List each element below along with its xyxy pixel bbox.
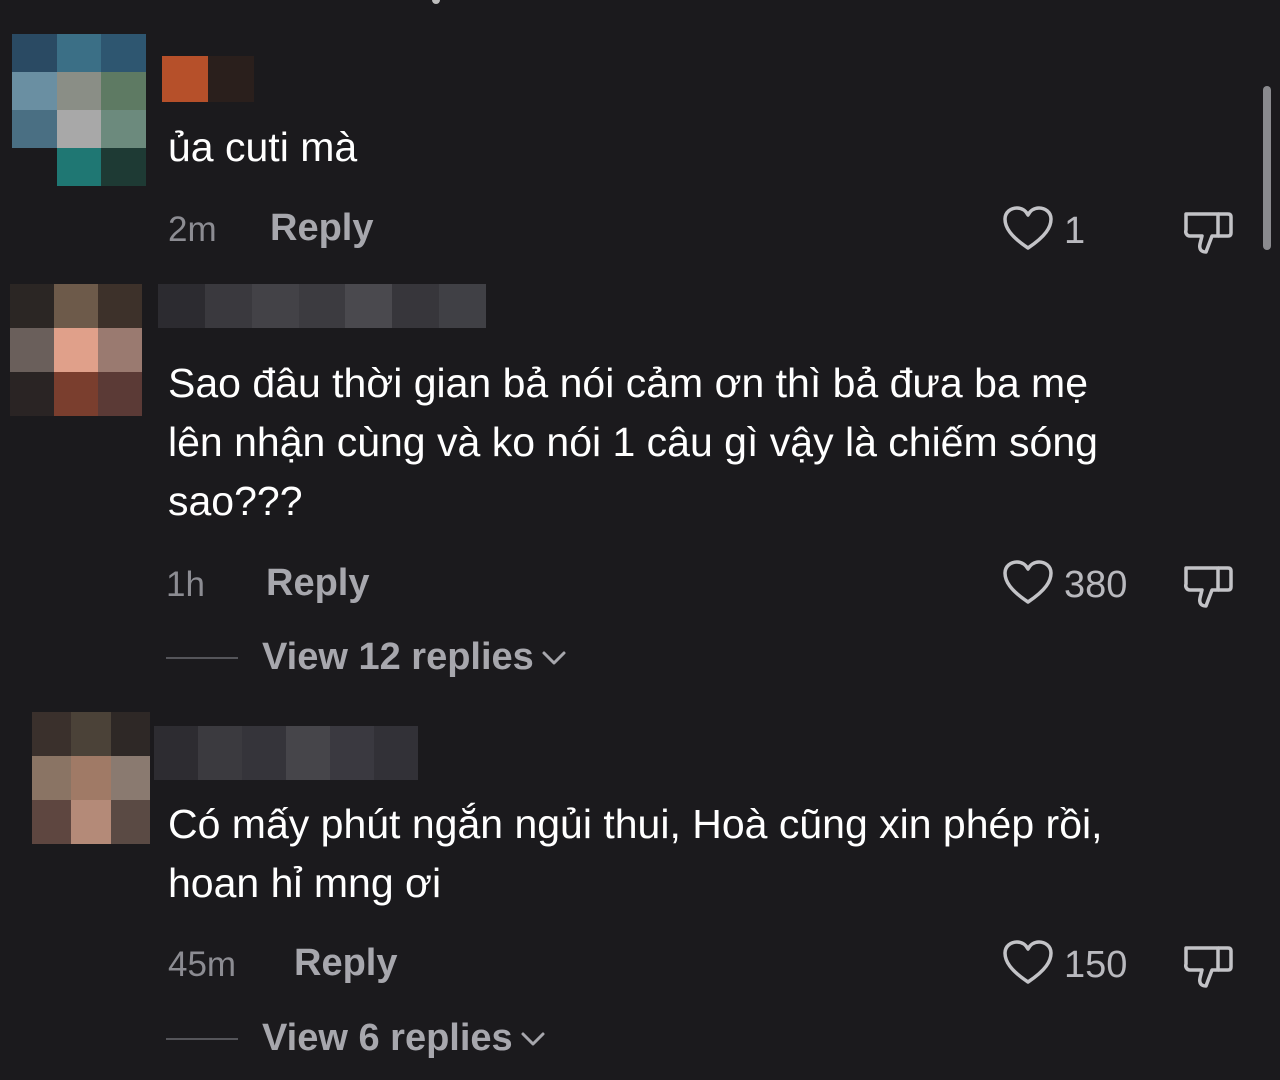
dislike-button[interactable] bbox=[1182, 938, 1234, 990]
view-replies-label: View 6 replies bbox=[262, 1017, 513, 1059]
chevron-down-icon bbox=[521, 1032, 545, 1045]
cropped-text-fragment bbox=[432, 0, 440, 4]
view-replies-button[interactable]: View 12 replies bbox=[166, 636, 568, 679]
divider-line bbox=[166, 656, 238, 659]
thumbs-down-icon bbox=[1184, 566, 1233, 608]
thumbs-down-icon bbox=[1184, 212, 1233, 254]
view-replies-button[interactable]: View 6 replies bbox=[166, 1017, 547, 1060]
dislike-button[interactable] bbox=[1182, 558, 1234, 610]
divider-line bbox=[166, 1037, 238, 1040]
like-button[interactable]: 150 bbox=[1002, 940, 1127, 991]
comment-time: 2m bbox=[168, 210, 217, 249]
scrollbar[interactable] bbox=[1263, 86, 1271, 250]
reply-button[interactable]: Reply bbox=[266, 562, 369, 605]
avatar[interactable] bbox=[12, 34, 146, 186]
avatar[interactable] bbox=[32, 712, 150, 844]
reply-button[interactable]: Reply bbox=[294, 942, 397, 985]
like-count: 380 bbox=[1064, 564, 1128, 606]
heart-icon bbox=[1002, 206, 1054, 257]
like-count: 150 bbox=[1064, 944, 1128, 986]
thumbs-down-icon bbox=[1184, 946, 1233, 988]
heart-icon bbox=[1002, 560, 1054, 611]
like-button[interactable]: 380 bbox=[1002, 560, 1127, 611]
comment-text: ủa cuti mà bbox=[168, 124, 358, 170]
username-redacted[interactable] bbox=[158, 284, 486, 328]
comment-text: Sao đâu thời gian bả nói cảm ơn thì bả đ… bbox=[168, 360, 1098, 524]
like-button[interactable]: 1 bbox=[1002, 206, 1085, 257]
like-count: 1 bbox=[1064, 210, 1086, 252]
chevron-down-icon bbox=[542, 651, 566, 664]
username-redacted[interactable] bbox=[154, 726, 418, 780]
view-replies-label: View 12 replies bbox=[262, 636, 534, 678]
heart-icon bbox=[1002, 940, 1054, 991]
comments-screen: ủa cuti mà 2m Reply 1 Sao đâu thời gian … bbox=[0, 0, 1280, 1080]
comment-time: 45m bbox=[168, 945, 237, 984]
comment-text: Có mấy phút ngắn ngủi thui, Hoà cũng xin… bbox=[168, 801, 1103, 906]
comment-time: 1h bbox=[166, 565, 205, 604]
username-redacted[interactable] bbox=[162, 56, 254, 102]
dislike-button[interactable] bbox=[1182, 204, 1234, 256]
reply-button[interactable]: Reply bbox=[270, 207, 373, 250]
avatar[interactable] bbox=[10, 284, 142, 416]
